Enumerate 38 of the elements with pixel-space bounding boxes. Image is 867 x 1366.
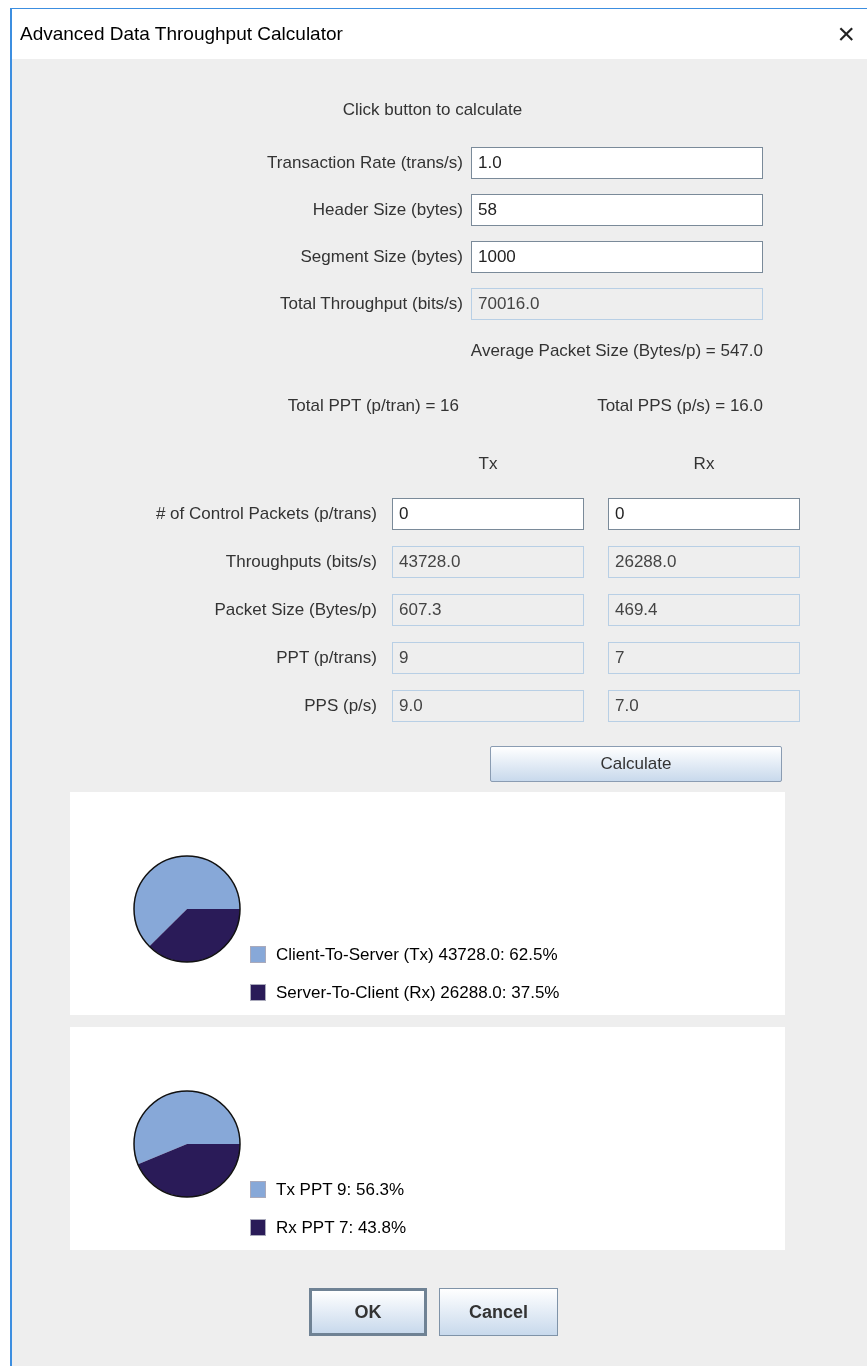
- readonly-field: 70016.0: [471, 287, 763, 320]
- column-header: Rx: [693, 452, 715, 475]
- legend-label: Server-To-Client (Rx) 26288.0: 37.5%: [276, 981, 560, 1004]
- row-label: PPS (p/s): [304, 695, 377, 718]
- input-field[interactable]: 0: [608, 498, 800, 530]
- field-label: Total Throughput (bits/s): [280, 292, 463, 315]
- field-label: Segment Size (bytes): [300, 245, 463, 268]
- legend-label: Tx PPT 9: 56.3%: [276, 1179, 405, 1201]
- total-ppt: Total PPT (p/tran) = 16: [287, 395, 459, 417]
- readonly-field: 7: [608, 642, 800, 674]
- input-field[interactable]: 1000: [471, 240, 763, 273]
- calculate-button[interactable]: Calculate: [490, 746, 782, 782]
- readonly-field: 9: [392, 642, 584, 674]
- readonly-field: 43728.0: [392, 546, 584, 578]
- row-label: # of Control Packets (p/trans): [155, 503, 377, 526]
- legend-label: Client-To-Server (Tx) 43728.0: 62.5%: [276, 944, 558, 966]
- readonly-field: 469.4: [608, 594, 800, 626]
- row-label: PPT (p/trans): [276, 647, 377, 670]
- readonly-field: 607.3: [392, 594, 584, 626]
- field-label: Transaction Rate (trans/s): [267, 151, 463, 174]
- window-title: Advanced Data Throughput Calculator: [20, 21, 343, 46]
- close-button[interactable]: ×: [833, 19, 859, 49]
- row-label: Throughputs (bits/s): [225, 551, 377, 574]
- total-pps: Total PPS (p/s) = 16.0: [597, 395, 763, 417]
- readonly-field: 26288.0: [608, 546, 800, 578]
- dialog-button[interactable]: OK: [309, 1288, 427, 1336]
- input-field[interactable]: 58: [471, 193, 763, 226]
- input-field[interactable]: 0: [392, 498, 584, 530]
- row-label: Packet Size (Bytes/p): [214, 599, 377, 622]
- input-field[interactable]: 1.0: [471, 146, 763, 179]
- dialog-button[interactable]: Cancel: [439, 1288, 558, 1336]
- instruction-text: Click button to calculate: [342, 99, 523, 121]
- field-label: Header Size (bytes): [312, 198, 463, 221]
- column-header: Tx: [478, 452, 498, 475]
- average-packet-size: Average Packet Size (Bytes/p) = 547.0: [470, 339, 763, 362]
- readonly-field: 7.0: [608, 690, 800, 722]
- readonly-field: 9.0: [392, 690, 584, 722]
- legend-label: Rx PPT 7: 43.8%: [276, 1216, 407, 1239]
